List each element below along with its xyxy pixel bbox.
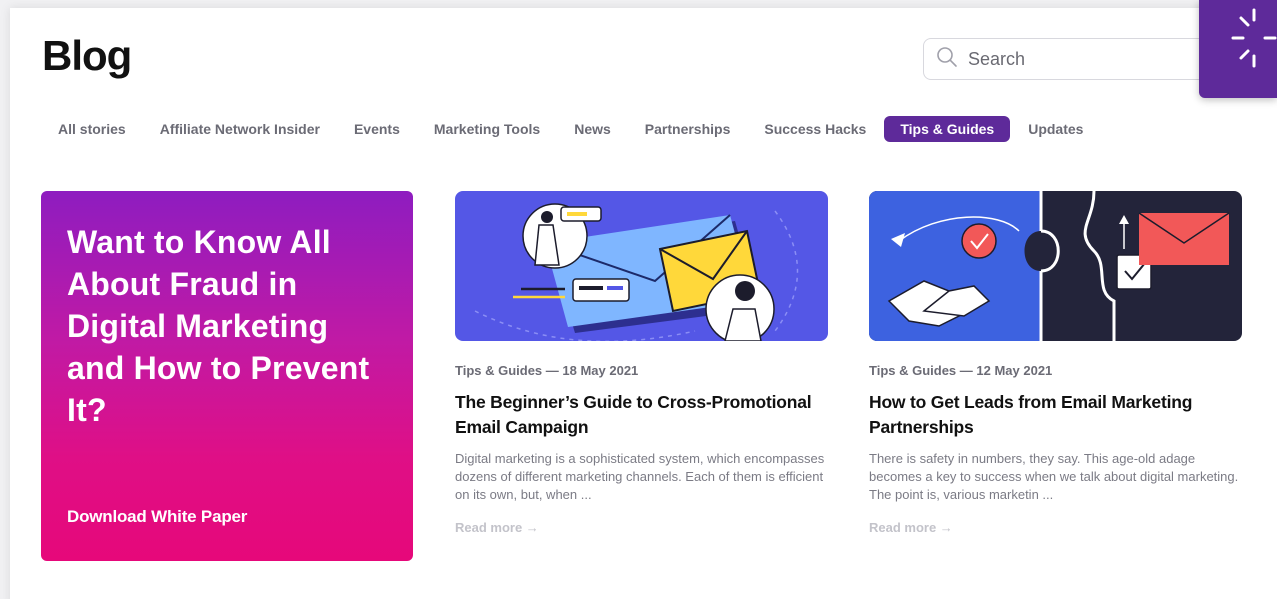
article-card: Tips & Guides — 18 May 2021 The Beginner… — [455, 191, 828, 537]
download-white-paper-link[interactable]: Download White Paper — [67, 507, 247, 527]
search-input[interactable] — [968, 48, 1168, 70]
handshake-puzzle-illustration[interactable] — [869, 191, 1242, 341]
article-title[interactable]: The Beginner’s Guide to Cross-Promotiona… — [455, 390, 828, 440]
page-title: Blog — [42, 32, 132, 79]
promo-headline: Want to Know All About Fraud in Digital … — [67, 224, 370, 428]
loading-spinner-icon — [1231, 8, 1277, 68]
page: Blog All stories Affiliate Network Insid… — [10, 8, 1277, 599]
article-card: Tips & Guides — 12 May 2021 How to Get L… — [869, 191, 1242, 537]
tab-news[interactable]: News — [558, 116, 627, 142]
search-box[interactable] — [923, 38, 1223, 80]
tab-marketing-tools[interactable]: Marketing Tools — [418, 116, 556, 142]
search-icon — [936, 46, 958, 73]
tab-updates[interactable]: Updates — [1012, 116, 1099, 142]
article-title[interactable]: How to Get Leads from Email Marketing Pa… — [869, 390, 1242, 440]
article-meta: Tips & Guides — 18 May 2021 — [455, 363, 639, 378]
tab-success-hacks[interactable]: Success Hacks — [748, 116, 882, 142]
article-excerpt: There is safety in numbers, they say. Th… — [869, 451, 1239, 502]
promo-banner[interactable]: Want to Know All About Fraud in Digital … — [41, 191, 413, 561]
category-tabs: All stories Affiliate Network Insider Ev… — [42, 116, 1101, 142]
tab-affiliate-network-insider[interactable]: Affiliate Network Insider — [144, 116, 336, 142]
article-meta: Tips & Guides — 12 May 2021 — [869, 363, 1053, 378]
loading-spinner-badge — [1199, 0, 1277, 98]
tab-all-stories[interactable]: All stories — [42, 116, 142, 142]
read-more-link[interactable]: Read more → — [869, 520, 953, 535]
article-excerpt: Digital marketing is a sophisticated sys… — [455, 451, 825, 502]
email-campaign-illustration[interactable] — [455, 191, 828, 341]
tab-partnerships[interactable]: Partnerships — [629, 116, 747, 142]
read-more-link[interactable]: Read more → — [455, 520, 539, 535]
tab-tips-guides[interactable]: Tips & Guides — [884, 116, 1011, 142]
tab-events[interactable]: Events — [338, 116, 416, 142]
